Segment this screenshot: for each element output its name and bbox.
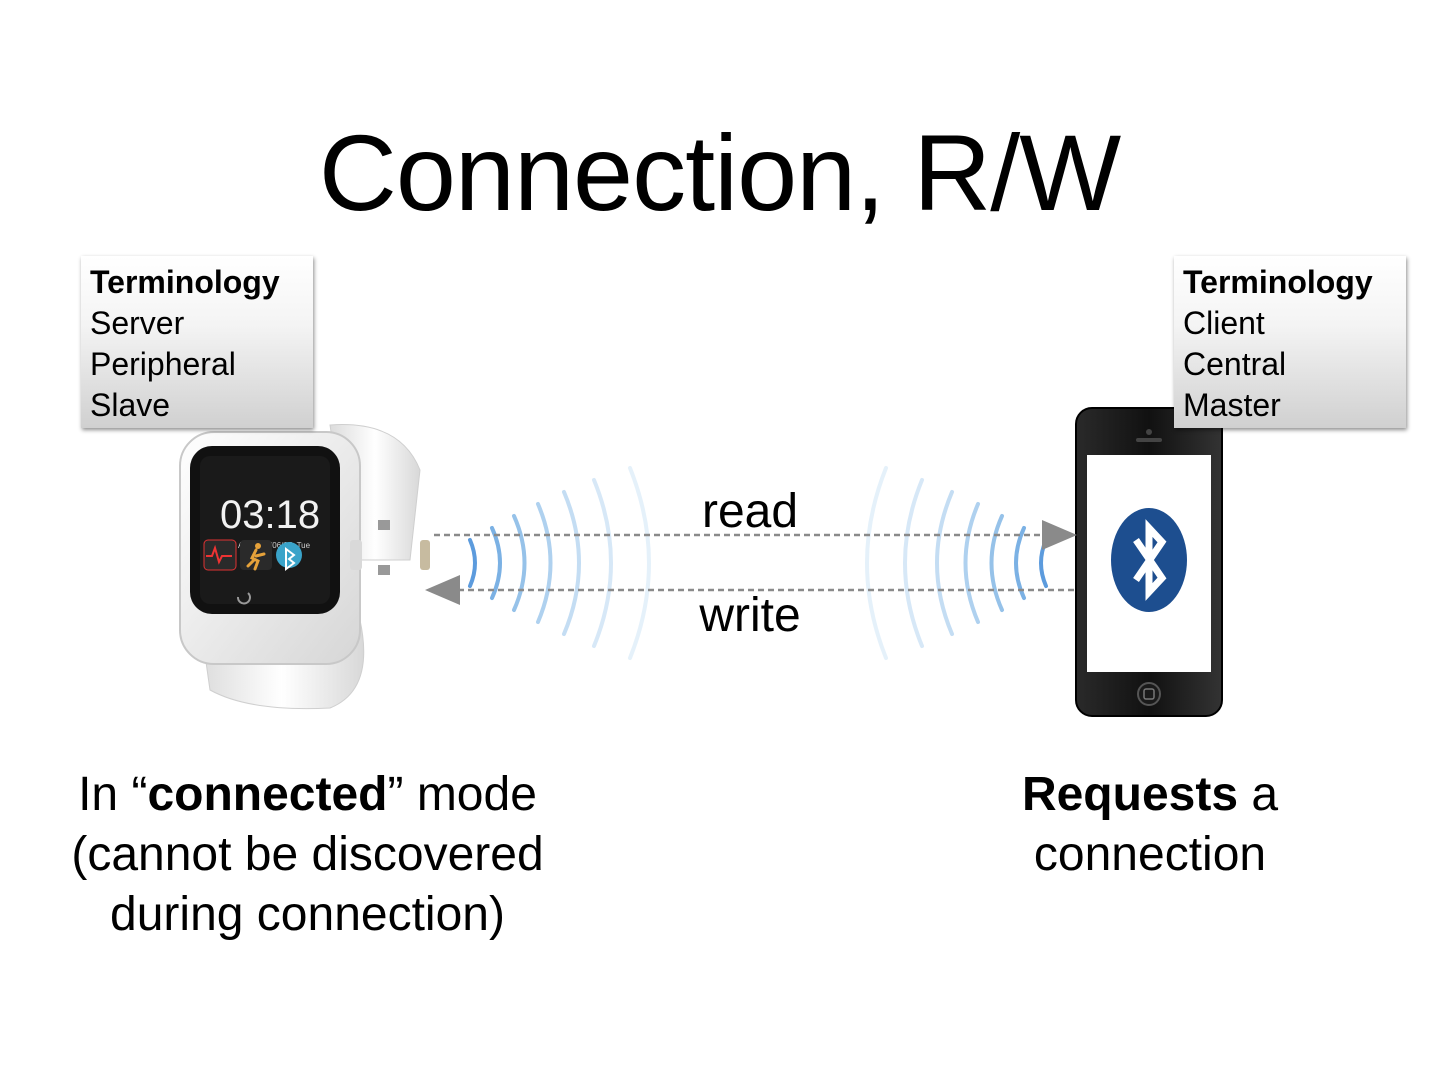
watch-caption-line2: (cannot be discovered xyxy=(71,828,544,881)
term-slave: Slave xyxy=(90,387,171,423)
watch-caption-line3: during connection) xyxy=(110,888,505,941)
terminology-heading: Terminology xyxy=(1183,264,1373,300)
slide: Connection, R/W 03:18 AM 2014/06/05, Tue… xyxy=(0,0,1439,1080)
terminology-box-server: Terminology Server Peripheral Slave xyxy=(81,256,313,428)
watch-caption: In “connected” mode (cannot be discovere… xyxy=(20,765,595,945)
watch-caption-line1: In “connected” mode xyxy=(78,768,537,821)
terminology-heading: Terminology xyxy=(90,264,280,300)
term-server: Server xyxy=(90,305,185,341)
watch-time: 03:18 xyxy=(220,493,320,537)
smartwatch: 03:18 AM 2014/06/05, Tue xyxy=(179,424,430,710)
watch-button xyxy=(350,540,362,570)
term-client: Client xyxy=(1183,305,1265,341)
term-central: Central xyxy=(1183,346,1287,382)
phone-speaker xyxy=(1136,438,1162,442)
smartphone xyxy=(1075,407,1223,717)
phone-caption: Requests a connection xyxy=(960,765,1340,885)
term-peripheral: Peripheral xyxy=(90,346,236,382)
term-master: Master xyxy=(1183,387,1281,423)
phone-home-button[interactable] xyxy=(1137,682,1161,706)
write-label: write xyxy=(699,589,801,642)
terminology-box-client: Terminology Client Central Master xyxy=(1174,256,1406,428)
watch-bluetooth-icon xyxy=(276,542,302,568)
phone-camera xyxy=(1146,429,1152,435)
requests-emphasis: Requests xyxy=(1021,768,1239,821)
phone-caption-line2: connection xyxy=(1033,828,1267,881)
connected-emphasis: connected xyxy=(147,768,388,821)
radio-waves-right xyxy=(865,466,1048,660)
read-label: read xyxy=(701,485,799,538)
phone-caption-line1: Requests a xyxy=(1021,768,1279,821)
